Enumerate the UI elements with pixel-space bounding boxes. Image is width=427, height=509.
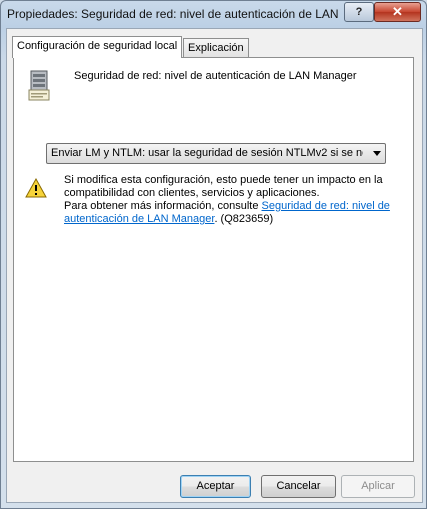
chevron-down-icon [373, 151, 381, 156]
close-button[interactable]: ✕ [374, 2, 421, 22]
tab-panel: Seguridad de red: nivel de autenticación… [13, 57, 414, 462]
warning-message: Si modifica esta configuración, esto pue… [64, 174, 399, 226]
tab-local-security-setting[interactable]: Configuración de seguridad local [12, 36, 183, 58]
help-button[interactable]: ? [344, 2, 374, 22]
warning-icon [25, 178, 47, 198]
cancel-button[interactable]: Cancelar [261, 475, 336, 498]
policy-title: Seguridad de red: nivel de autenticación… [74, 70, 357, 82]
dialog-body: Configuración de seguridad local Explica… [6, 28, 423, 503]
window-title: Propiedades: Seguridad de red: nivel de … [7, 7, 339, 21]
select-value: Enviar LM y NTLM: usar la seguridad de s… [51, 147, 363, 159]
ok-button[interactable]: Aceptar [180, 475, 251, 498]
title-bar[interactable]: Propiedades: Seguridad de red: nivel de … [1, 1, 426, 28]
tab-explain[interactable]: Explicación [183, 38, 249, 58]
properties-dialog: Propiedades: Seguridad de red: nivel de … [0, 0, 427, 509]
kb-reference: . (Q823659) [214, 213, 274, 225]
lan-manager-level-select[interactable]: Enviar LM y NTLM: usar la seguridad de s… [46, 143, 386, 164]
warning-text-more-info: Para obtener más información, consulte [64, 200, 262, 212]
apply-button[interactable]: Aplicar [341, 475, 415, 498]
warning-text-impact: Si modifica esta configuración, esto pue… [64, 174, 383, 199]
server-icon [28, 70, 50, 101]
